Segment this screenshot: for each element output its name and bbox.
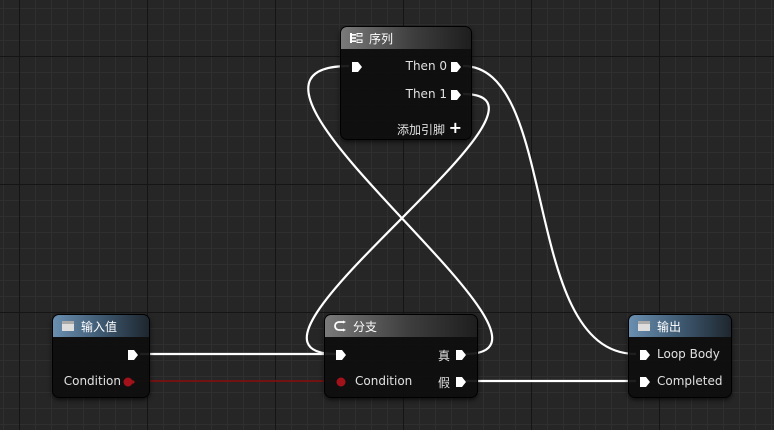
output-node-header[interactable]: 输出 bbox=[629, 315, 731, 337]
branch-exec-in-pin[interactable] bbox=[335, 349, 347, 361]
tunnel-icon bbox=[638, 321, 650, 331]
input-node[interactable]: 输入值 Condition bbox=[52, 314, 150, 398]
sequence-then0-label: Then 0 bbox=[405, 59, 447, 73]
input-node-header[interactable]: 输入值 bbox=[53, 315, 149, 337]
add-pin-plus-icon[interactable]: + bbox=[449, 120, 462, 136]
branch-false-label: 假 bbox=[437, 376, 450, 390]
sequence-node-header[interactable]: 序列 bbox=[341, 27, 471, 49]
output-node-title: 输出 bbox=[657, 319, 682, 334]
branch-condition-label: Condition bbox=[355, 374, 413, 388]
output-node[interactable]: 输出 Loop Body Completed bbox=[628, 314, 732, 398]
branch-node[interactable]: 分支 Condition 真 假 bbox=[324, 314, 478, 398]
sequence-then1-pin[interactable] bbox=[450, 89, 462, 101]
branch-node-header[interactable]: 分支 bbox=[325, 315, 477, 337]
output-completed-pin[interactable] bbox=[639, 376, 651, 388]
branch-condition-pin[interactable] bbox=[335, 376, 347, 388]
sequence-then0-pin[interactable] bbox=[450, 61, 462, 73]
output-loop-body-pin[interactable] bbox=[639, 349, 651, 361]
output-completed-label: Completed bbox=[657, 374, 723, 388]
input-node-title: 输入值 bbox=[81, 319, 118, 334]
sequence-node[interactable]: 序列 Then 0 Then 1 添加引脚 + bbox=[340, 26, 472, 140]
sequence-icon bbox=[350, 33, 363, 43]
tunnel-icon bbox=[62, 321, 74, 331]
branch-icon bbox=[334, 320, 346, 332]
branch-node-title: 分支 bbox=[353, 319, 378, 334]
sequence-then1-label: Then 1 bbox=[405, 87, 447, 101]
branch-true-pin[interactable] bbox=[455, 349, 467, 361]
output-loop-body-label: Loop Body bbox=[657, 347, 720, 361]
input-exec-out-pin[interactable] bbox=[127, 349, 139, 361]
branch-true-label: 真 bbox=[437, 349, 450, 363]
sequence-node-title: 序列 bbox=[369, 31, 394, 46]
branch-false-pin[interactable] bbox=[455, 376, 467, 388]
sequence-exec-in-pin[interactable] bbox=[351, 61, 363, 73]
input-condition-label: Condition bbox=[63, 374, 121, 388]
input-condition-pin[interactable] bbox=[123, 376, 135, 388]
add-pin-label[interactable]: 添加引脚 bbox=[397, 121, 445, 138]
